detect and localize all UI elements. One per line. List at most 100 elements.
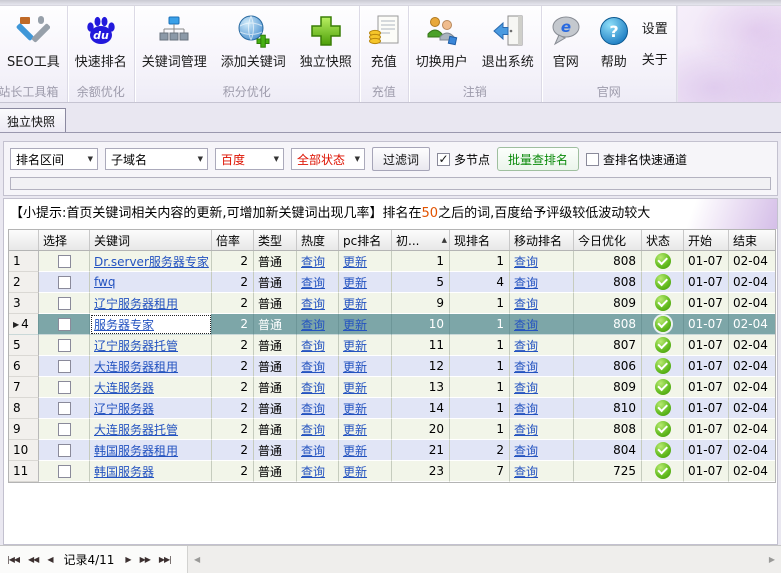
mobile-query-link[interactable]: 查询 [514,337,538,354]
keyword-link[interactable]: 辽宁服务器租用 [94,295,178,312]
table-row[interactable]: 7大连服务器2普通查询更新131查询80901-0702-04 [9,377,775,398]
pc-update-link[interactable]: 更新 [343,379,367,396]
keyword-link[interactable]: 大连服务器租用 [94,358,178,375]
column-header-倍率[interactable]: 倍率 [212,230,254,250]
seo-tools-button[interactable]: SEO工具 [0,6,67,85]
mobile-query-link[interactable]: 查询 [514,442,538,459]
pc-update-link[interactable]: 更新 [343,295,367,312]
row-checkbox[interactable] [58,276,71,289]
heat-query-link[interactable]: 查询 [301,358,325,375]
heat-query-link[interactable]: 查询 [301,253,325,270]
filter-words-button[interactable]: 过滤词 [372,147,430,171]
table-row[interactable]: 9大连服务器托管2普通查询更新201查询80801-0702-04 [9,419,775,440]
row-checkbox[interactable] [58,318,71,331]
keyword-link[interactable]: 辽宁服务器 [94,400,154,417]
switch-user-button[interactable]: 切换用户 [409,6,475,85]
column-header-开始[interactable]: 开始 [684,230,729,250]
column-header-pc排名[interactable]: pc排名 [339,230,392,250]
recharge-button[interactable]: 充值 [360,6,408,85]
nav-prev-page-button[interactable]: ◀◀ [28,555,38,564]
batch-check-rank-button[interactable]: 批量查排名 [497,147,579,171]
mobile-query-link[interactable]: 查询 [514,295,538,312]
mobile-query-link[interactable]: 查询 [514,463,538,480]
heat-query-link[interactable]: 查询 [301,274,325,291]
keyword-link[interactable]: 辽宁服务器托管 [94,337,178,354]
heat-query-link[interactable]: 查询 [301,379,325,396]
keyword-link[interactable]: 大连服务器 [94,379,154,396]
row-checkbox[interactable] [58,255,71,268]
keyword-manage-button[interactable]: 关键词管理 [135,6,214,85]
help-button[interactable]: ? 帮助 [590,6,638,85]
table-row[interactable]: 3辽宁服务器租用2普通查询更新91查询80901-0702-04 [9,293,775,314]
pc-update-link[interactable]: 更新 [343,442,367,459]
standalone-snapshot-button[interactable]: 独立快照 [293,6,359,85]
column-header-row-indicator[interactable] [9,230,39,250]
keyword-link[interactable]: 服务器专家 [94,316,154,333]
column-header-类型[interactable]: 类型 [254,230,297,250]
fast-ranking-button[interactable]: du 快速排名 [68,6,134,85]
column-header-初...[interactable]: 初...▲ [392,230,450,250]
official-site-button[interactable]: e 官网 [542,6,590,85]
row-checkbox[interactable] [58,360,71,373]
about-link[interactable]: 关于 [642,49,668,68]
nav-next-button[interactable]: ▶ [125,555,130,564]
heat-query-link[interactable]: 查询 [301,295,325,312]
search-engine-dropdown[interactable]: 百度 ▼ [215,148,284,170]
column-header-选择[interactable]: 选择 [39,230,90,250]
heat-query-link[interactable]: 查询 [301,421,325,438]
scroll-left-icon[interactable]: ◀ [194,555,200,564]
table-row[interactable]: 10韩国服务器租用2普通查询更新212查询80401-0702-04 [9,440,775,461]
mobile-query-link[interactable]: 查询 [514,253,538,270]
table-row[interactable]: 1Dr.server服务器专家2普通查询更新11查询80801-0702-04 [9,251,775,272]
row-checkbox[interactable] [58,465,71,478]
column-header-结束[interactable]: 结束 [729,230,775,250]
table-row[interactable]: 5辽宁服务器托管2普通查询更新111查询80701-0702-04 [9,335,775,356]
row-checkbox[interactable] [58,297,71,310]
column-header-现排名[interactable]: 现排名 [450,230,510,250]
subdomain-dropdown[interactable]: 子域名 ▼ [105,148,208,170]
pc-update-link[interactable]: 更新 [343,400,367,417]
keyword-link[interactable]: 韩国服务器租用 [94,442,178,459]
table-row[interactable]: 6大连服务器租用2普通查询更新121查询80601-0702-04 [9,356,775,377]
keyword-link[interactable]: Dr.server服务器专家 [94,253,209,270]
keyword-link[interactable]: 大连服务器托管 [94,421,178,438]
exit-system-button[interactable]: 退出系统 [475,6,541,85]
mobile-query-link[interactable]: 查询 [514,358,538,375]
heat-query-link[interactable]: 查询 [301,400,325,417]
nav-next-page-button[interactable]: ▶▶ [140,555,150,564]
mobile-query-link[interactable]: 查询 [514,379,538,396]
row-checkbox[interactable] [58,381,71,394]
mobile-query-link[interactable]: 查询 [514,274,538,291]
table-row[interactable]: 11韩国服务器2普通查询更新237查询72501-0702-04 [9,461,775,482]
pc-update-link[interactable]: 更新 [343,316,367,333]
row-checkbox[interactable] [58,423,71,436]
heat-query-link[interactable]: 查询 [301,442,325,459]
row-checkbox[interactable] [58,444,71,457]
keyword-link[interactable]: fwq [94,275,115,289]
add-keyword-button[interactable]: 添加关键词 [214,6,293,85]
pc-update-link[interactable]: 更新 [343,253,367,270]
mobile-query-link[interactable]: 查询 [514,421,538,438]
tab-standalone-snapshot[interactable]: 独立快照 [0,108,66,132]
settings-link[interactable]: 设置 [642,18,668,37]
pc-update-link[interactable]: 更新 [343,358,367,375]
scroll-right-icon[interactable]: ▶ [769,555,775,564]
keyword-link[interactable]: 韩国服务器 [94,463,154,480]
pc-update-link[interactable]: 更新 [343,463,367,480]
table-row[interactable]: 8辽宁服务器2普通查询更新141查询81001-0702-04 [9,398,775,419]
rank-range-dropdown[interactable]: 排名区间 ▼ [10,148,98,170]
table-row[interactable]: 2fwq2普通查询更新54查询80801-0702-04 [9,272,775,293]
row-checkbox[interactable] [58,402,71,415]
pc-update-link[interactable]: 更新 [343,337,367,354]
horizontal-scrollbar[interactable]: ◀ ▶ [188,555,781,564]
column-header-移动排名[interactable]: 移动排名 [510,230,574,250]
multi-node-checkbox[interactable]: ✓ [437,153,450,166]
row-checkbox[interactable] [58,339,71,352]
pc-update-link[interactable]: 更新 [343,274,367,291]
heat-query-link[interactable]: 查询 [301,316,325,333]
column-header-热度[interactable]: 热度 [297,230,339,250]
nav-prev-button[interactable]: ◀ [47,555,52,564]
pc-update-link[interactable]: 更新 [343,421,367,438]
mobile-query-link[interactable]: 查询 [514,316,538,333]
heat-query-link[interactable]: 查询 [301,337,325,354]
